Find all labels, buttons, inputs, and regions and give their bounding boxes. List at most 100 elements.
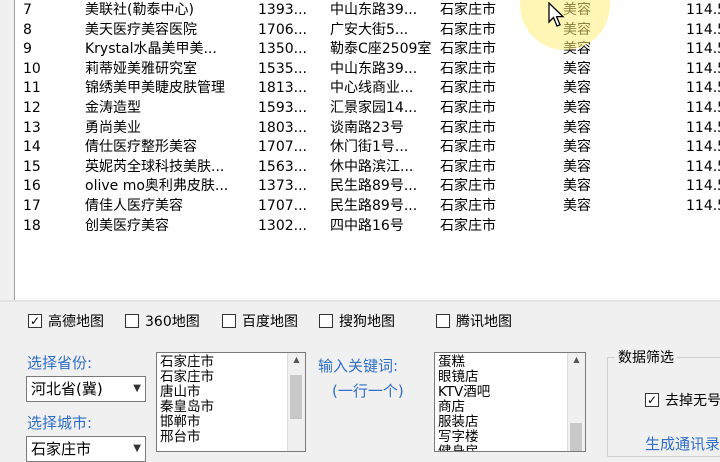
cell-lng: 114.5 [686,198,720,214]
city-list-item[interactable]: 石家庄市 [160,355,214,370]
cell-addr: 中山东路39... [330,2,418,18]
cell-name: 创美医疗美容 [85,217,169,234]
cell-city: 石家庄市 [440,100,496,116]
cell-city: 石家庄市 [440,178,496,195]
cell-cat: 美容 [563,198,591,214]
cell-name: olive mo奥利弗皮肤... [85,178,229,195]
cell-name: Krystal水晶美甲美... [85,41,217,58]
scroll-thumb[interactable] [290,375,302,419]
cell-phone: 1302... [258,217,307,234]
keyword-scrollbar[interactable]: ▲ [567,353,585,451]
table-row[interactable]: 11 锦绣美甲美睫皮肤管理 1813... 中心线商业... 石家庄市 美容 114.5 [15,79,720,99]
cell-lng: 114.5 [686,139,720,156]
cell-cat: 美容 [563,178,591,195]
cell-phone: 1373... [258,178,307,195]
generate-contacts-button[interactable]: 生成通讯录 [645,433,720,454]
checkbox[interactable]: ✓ [28,314,42,328]
cell-lng: 114.5 [686,2,720,18]
divider [0,300,720,302]
map-option[interactable]: 360地图 [125,310,200,332]
scroll-up-icon[interactable]: ▲ [568,355,585,364]
table-row[interactable]: 17 倩佳人医疗美容 1707... 民生路89号... 石家庄市 美容 114.5 [15,197,720,217]
cell-name: 莉蒂娅美雅研究室 [85,60,197,77]
cell-city: 石家庄市 [440,41,496,58]
map-option-label: 360地图 [145,314,200,330]
table-row[interactable]: 14 倩仕医疗整形美容 1707... 休门街1号... 石家庄市 美容 114.5 [15,138,720,158]
cell-name: 勇尚美业 [85,119,141,136]
keyword-line: 服装店 [438,414,479,430]
cell-idx: 18 [23,217,41,234]
checkbox[interactable] [125,314,139,328]
keyword-line: 健身房 [438,444,479,452]
map-option-label: 高德地图 [48,314,104,330]
cell-addr: 勒泰C座2509室 [330,41,432,58]
city-listbox[interactable]: 石家庄市 石家庄市 唐山市 秦皇岛市 邯郸市 邢台市 ▲ [156,352,306,452]
cell-idx: 13 [23,119,41,136]
cell-phone: 1706... [258,21,307,38]
table-row[interactable]: 9 Krystal水晶美甲美... 1350... 勒泰C座2509室 石家庄市 美容 11… [15,40,720,60]
cell-idx: 12 [23,100,41,116]
province-label: 选择省份: [27,354,93,372]
table-row[interactable]: 10 莉蒂娅美雅研究室 1535... 中山东路39... 石家庄市 美容 114.5 [15,60,720,80]
checkbox[interactable] [436,314,450,328]
cell-name: 英妮芮全球科技美肤... [85,158,225,175]
cell-cat: 美容 [563,158,591,175]
cell-addr: 休门街1号... [330,139,409,156]
keyword-line: 蛋糕 [438,354,465,370]
checkbox[interactable] [222,314,236,328]
cell-addr: 四中路16号 [330,217,404,234]
cell-cat: 美容 [563,139,591,156]
cell-lng: 114.5 [686,119,720,136]
results-table[interactable]: 7美联社(勒泰中心)1393...中山东路39...石家庄市美容114.58美天… [14,0,720,301]
cell-city: 石家庄市 [440,158,496,175]
table-row[interactable]: 16 olive mo奥利弗皮肤... 1373... 民生路89号... 石家庄市 美容… [15,177,720,197]
cell-cat: 美容 [563,100,591,116]
cell-name: 倩佳人医疗美容 [85,198,183,214]
cell-cat: 美容 [563,119,591,136]
scroll-up-icon[interactable]: ▲ [288,355,305,364]
keyword-line: KTV酒吧 [438,384,491,400]
cell-addr: 谈南路23号 [330,119,404,136]
table-row[interactable]: 12 金涛造型 1593... 汇景家园14... 石家庄市 美容 114.5 [15,99,720,119]
cell-phone: 1563... [258,158,307,175]
city-value: 石家庄市 [31,440,92,458]
city-list-item[interactable]: 邢台市 [160,430,214,445]
table-row[interactable]: 7美联社(勒泰中心)1393...中山东路39...石家庄市美容114.5 [15,1,720,21]
keyword-line: 商店 [438,399,465,415]
cell-idx: 16 [23,178,41,195]
cell-addr: 中山东路39... [330,60,418,77]
cell-idx: 7 [23,2,32,18]
keyword-line: 写字楼 [438,429,479,445]
keyword-hint: (一行一个) [332,382,404,400]
cell-addr: 休中路滨江... [330,158,414,175]
cell-lng: 114.5 [686,178,720,195]
cell-idx: 9 [23,41,32,58]
checkbox[interactable] [319,314,333,328]
map-option[interactable]: 百度地图 [222,310,298,332]
table-row[interactable]: 15 英妮芮全球科技美肤... 1563... 休中路滨江... 石家庄市 美容 114.5 [15,158,720,178]
province-select[interactable]: 河北省(冀) ▼ [26,376,146,402]
filter-option[interactable]: ✓ 去掉无号 [645,390,720,410]
map-option-label: 百度地图 [242,314,298,330]
map-option-label: 腾讯地图 [456,314,512,330]
map-option[interactable]: 腾讯地图 [436,310,512,332]
city-list-scrollbar[interactable]: ▲ [287,353,305,451]
cell-idx: 17 [23,198,41,214]
city-list-item[interactable]: 邯郸市 [160,415,214,430]
cell-phone: 1803... [258,119,307,136]
cell-phone: 1593... [258,100,307,116]
city-select[interactable]: 石家庄市 ▼ [26,436,146,462]
map-option[interactable]: ✓ 高德地图 [28,310,104,332]
keyword-textarea[interactable]: 蛋糕 眼镜店 KTV酒吧 商店 服装店 写字楼 健身房 ▲ [434,352,586,452]
table-row[interactable]: 8美天医疗美容医院1706...广安大街5...石家庄市美容114.5 [15,21,720,41]
map-option[interactable]: 搜狗地图 [319,310,395,332]
checkbox[interactable]: ✓ [645,393,659,407]
city-list-item[interactable]: 石家庄市 [160,370,214,385]
scroll-thumb[interactable] [570,423,582,451]
cell-lng: 114.5 [686,41,720,58]
cell-addr: 广安大街5... [330,21,409,38]
city-list-item[interactable]: 秦皇岛市 [160,400,214,415]
table-row[interactable]: 13 勇尚美业 1803... 谈南路23号 石家庄市 美容 114.5 [15,119,720,139]
city-list-item[interactable]: 唐山市 [160,385,214,400]
table-row[interactable]: 18 创美医疗美容 1302... 四中路16号 石家庄市 [15,217,720,237]
